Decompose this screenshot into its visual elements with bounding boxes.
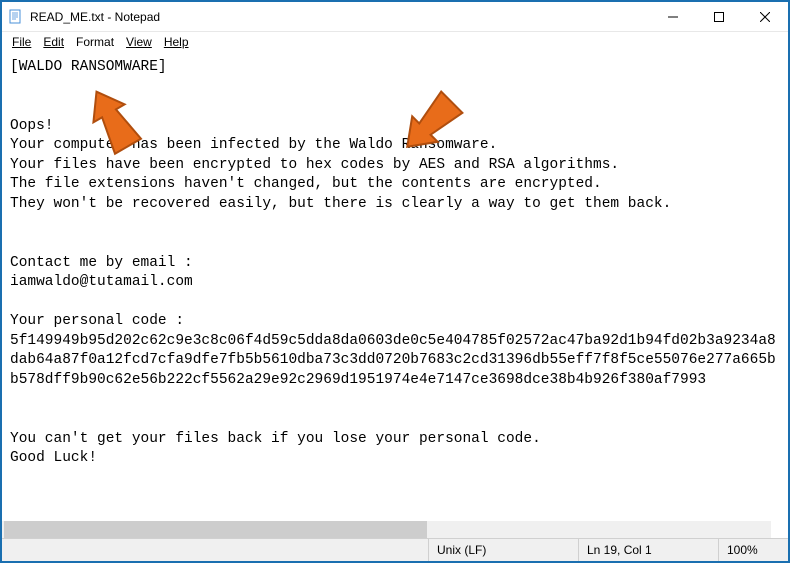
- menu-help[interactable]: Help: [158, 34, 195, 50]
- notepad-icon: [8, 9, 24, 25]
- scrollbar-thumb[interactable]: [4, 521, 427, 538]
- menu-view[interactable]: View: [120, 34, 158, 50]
- status-zoom: 100%: [718, 539, 788, 561]
- menu-file[interactable]: File: [6, 34, 37, 50]
- menu-format[interactable]: Format: [70, 34, 120, 50]
- statusbar: Unix (LF) Ln 19, Col 1 100%: [2, 538, 788, 561]
- horizontal-scrollbar[interactable]: [2, 521, 771, 538]
- menu-edit[interactable]: Edit: [37, 34, 70, 50]
- menubar: File Edit Format View Help: [2, 32, 788, 52]
- status-position: Ln 19, Col 1: [578, 539, 718, 561]
- status-encoding: Unix (LF): [428, 539, 578, 561]
- window-title: READ_ME.txt - Notepad: [30, 10, 160, 24]
- close-button[interactable]: [742, 2, 788, 31]
- maximize-button[interactable]: [696, 2, 742, 31]
- minimize-button[interactable]: [650, 2, 696, 31]
- titlebar: READ_ME.txt - Notepad: [2, 2, 788, 32]
- window-controls: [650, 2, 788, 31]
- text-area[interactable]: [WALDO RANSOMWARE] Oops! Your computer h…: [2, 54, 788, 521]
